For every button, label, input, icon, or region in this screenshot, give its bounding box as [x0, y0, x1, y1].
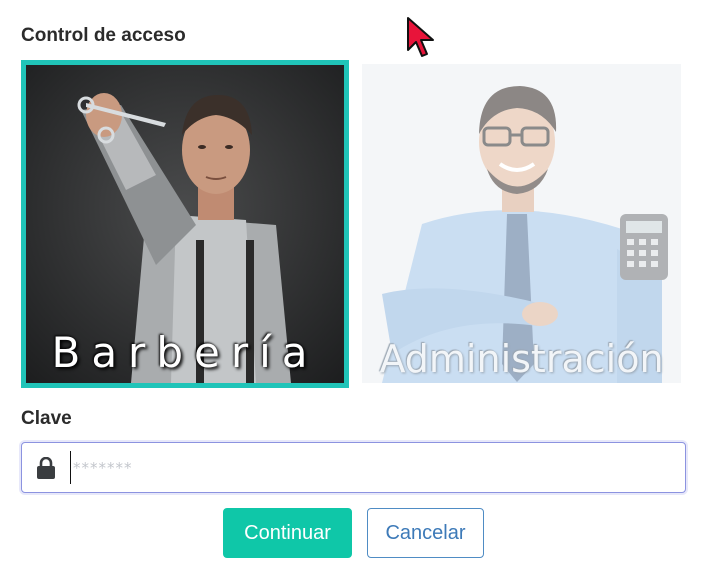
lock-icon [37, 457, 55, 479]
role-label-barberia: Barbería [51, 328, 319, 377]
page-title: Control de acceso [21, 25, 186, 46]
password-label: Clave [21, 408, 72, 429]
role-label-administracion: Administración [379, 337, 664, 381]
continue-button[interactable]: Continuar [223, 508, 352, 558]
role-card-barberia[interactable]: Barbería [21, 60, 349, 388]
access-control-page: Control de acceso Barbería Administració… [0, 0, 706, 576]
password-field-wrapper[interactable] [21, 442, 686, 493]
admin-dim-overlay [362, 64, 681, 383]
mouse-cursor-icon [407, 17, 434, 57]
password-input[interactable] [70, 451, 673, 484]
cancel-button[interactable]: Cancelar [367, 508, 484, 558]
role-card-administracion[interactable]: Administración [362, 64, 681, 383]
